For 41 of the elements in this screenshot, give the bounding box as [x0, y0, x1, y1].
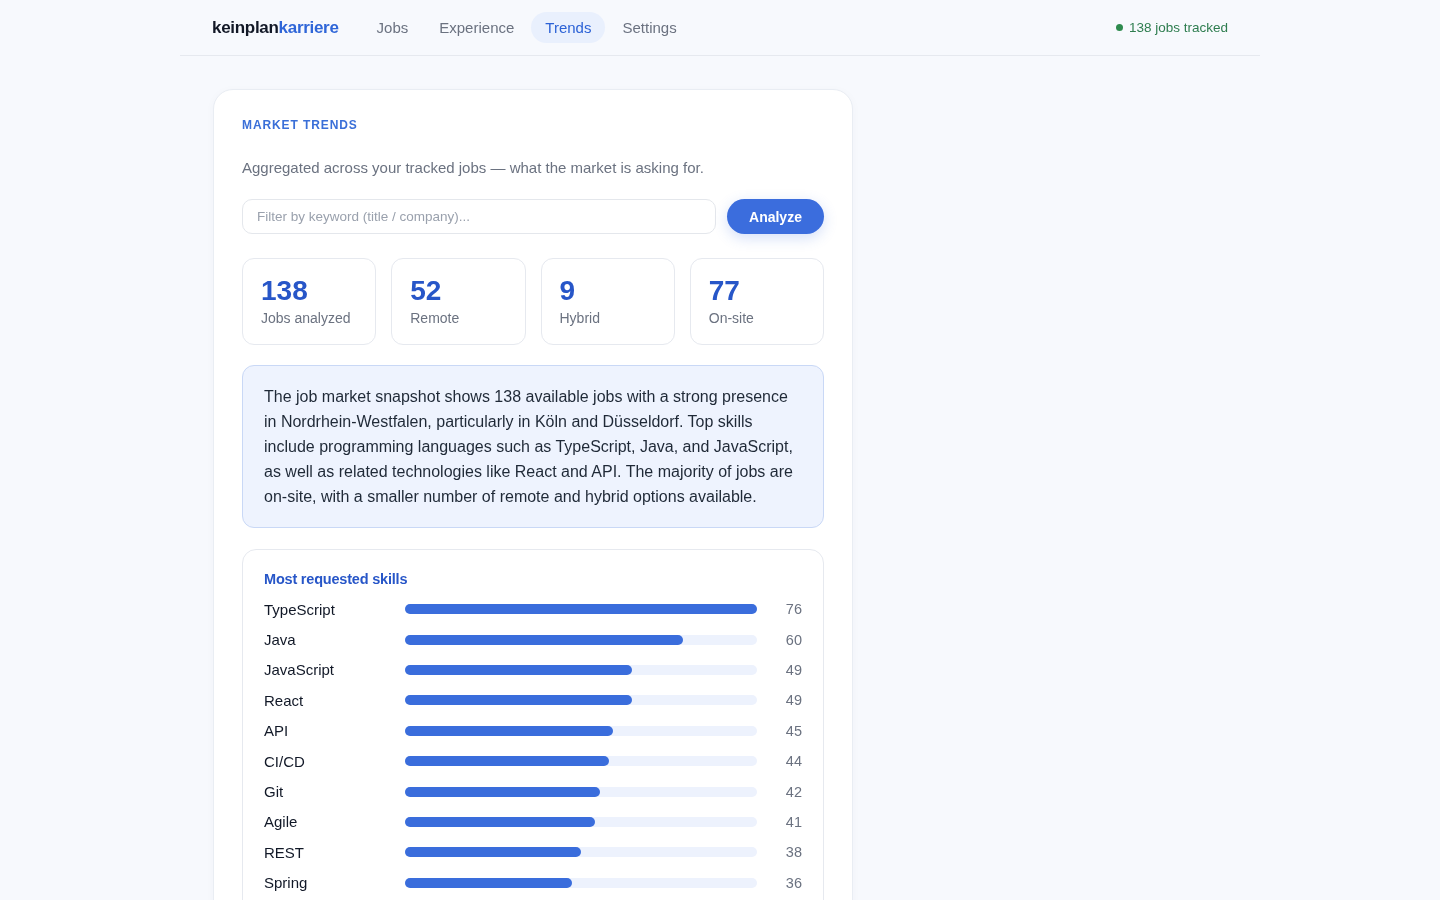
- skills-title: Most requested skills: [264, 570, 409, 589]
- skill-count: 38: [784, 844, 802, 861]
- skill-name: JavaScript: [264, 661, 336, 679]
- skill-name: Git: [264, 783, 285, 801]
- status-text: 138 jobs tracked: [1128, 20, 1228, 35]
- stat-value: 138: [261, 274, 309, 308]
- skill-count: 45: [784, 722, 802, 739]
- stat-label: On-site: [708, 309, 755, 328]
- skill-count: 49: [784, 692, 802, 709]
- analyze-button[interactable]: Analyze: [727, 199, 824, 234]
- logo[interactable]: keinplankarriere: [212, 17, 339, 38]
- stat-value: 9: [559, 274, 577, 308]
- skill-count: 49: [784, 661, 802, 678]
- skill-name: REST: [264, 843, 305, 861]
- skill-count: 41: [784, 813, 802, 830]
- skill-name: CI/CD: [264, 752, 306, 770]
- stat-value: 52: [410, 274, 443, 308]
- stat-label: Hybrid: [559, 309, 601, 328]
- stat-label: Remote: [410, 309, 461, 328]
- skill-name: TypeScript: [264, 600, 336, 618]
- nav-tab[interactable]: Jobs: [362, 12, 423, 43]
- skill-name: Java: [264, 631, 297, 649]
- stat-value: 77: [708, 274, 741, 308]
- skill-count: 36: [784, 874, 802, 891]
- skill-count: 60: [784, 631, 802, 648]
- nav-tab[interactable]: Experience: [425, 12, 529, 43]
- subtitle-text: Aggregated across your tracked jobs — what the market is asking for.: [242, 158, 705, 178]
- skill-name: API: [264, 722, 290, 740]
- skill-count: 44: [784, 753, 802, 770]
- skill-name: Agile: [264, 813, 299, 831]
- skill-name: Spring: [264, 874, 309, 892]
- section-eyebrow: MARKET TRENDS: [242, 117, 359, 133]
- filter-field[interactable]: Filter by keyword (title / company)...: [242, 199, 716, 234]
- stat-label: Jobs analyzed: [261, 309, 352, 328]
- skill-count: 76: [784, 601, 802, 618]
- nav-tab[interactable]: Trends: [531, 12, 606, 43]
- skill-name: React: [264, 691, 305, 709]
- skill-count: 42: [784, 783, 802, 800]
- nav-tab[interactable]: Settings: [608, 12, 691, 43]
- summary-text: The job market snapshot shows 138 available jobs with a strong presence in Nordrhein-Westfalen, particularly in Köln and Düsseldorf. Top skills include programming languages such as TypeScript, Java, and JavaScript, as well as related technologies like React and API. The majority of jobs are on-site, with a smaller number of remote and hybrid options available.: [242, 365, 824, 528]
- status-dot-icon: [1115, 24, 1123, 31]
